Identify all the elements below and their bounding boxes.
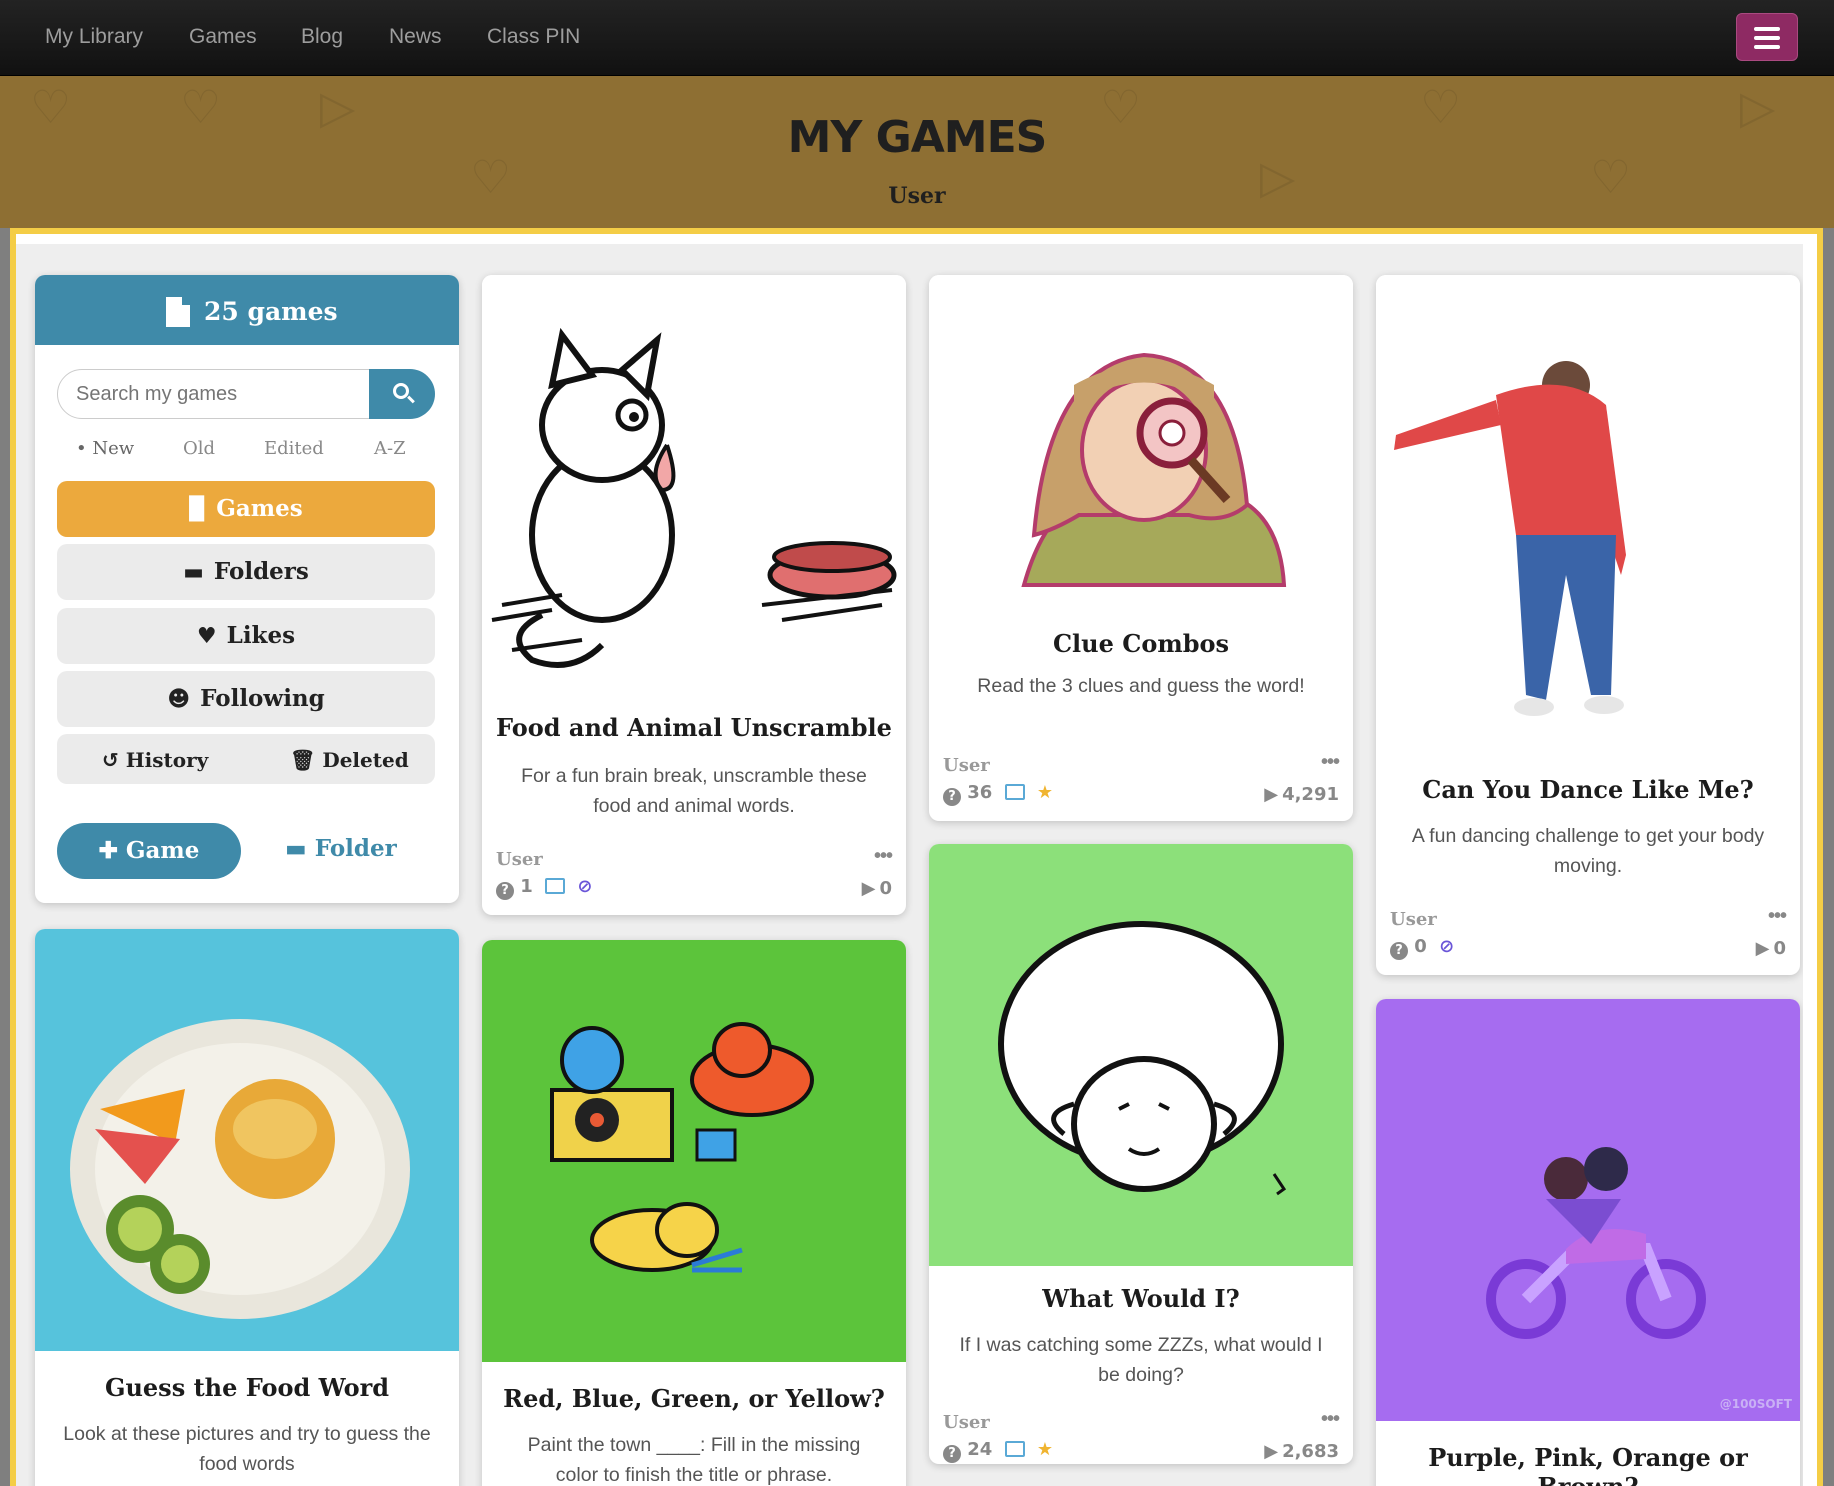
game-card[interactable]: Food and Animal Unscramble For a fun bra… (482, 275, 906, 915)
hamburger-menu-button[interactable] (1736, 13, 1798, 61)
page-title: MY GAMES (787, 112, 1048, 163)
game-grid: 25 games • New Old Edited A-Z ▉Games ▬Fo… (16, 244, 1803, 1486)
card-title: Purple, Pink, Orange or Brown? (1428, 1443, 1748, 1486)
card-description: Look at these pictures and try to guess … (63, 1423, 431, 1475)
girl-magnifier-illustration (929, 275, 1353, 615)
star-icon: ★ (1036, 1439, 1054, 1460)
question-icon: ? (943, 788, 961, 806)
card-title: Red, Blue, Green, or Yellow? (503, 1384, 885, 1413)
add-folder-button[interactable]: ▬ Folder (285, 835, 397, 862)
nav-link-news[interactable]: News (389, 25, 442, 49)
card-title: Can You Dance Like Me? (1422, 775, 1754, 804)
image-icon (1004, 784, 1025, 800)
heart-icon: ♥ (196, 624, 217, 649)
card-description: For a fun brain break, unscramble these … (521, 765, 867, 817)
card-title: Clue Combos (1052, 629, 1230, 658)
sort-edited[interactable]: Edited (264, 438, 324, 459)
sheep-illustration (929, 844, 1353, 1266)
history-icon: ↺ (102, 748, 119, 772)
card-stats: ? 24 ★ (943, 1439, 1053, 1463)
question-icon: ? (1390, 942, 1408, 960)
document-icon: ▉ (189, 497, 207, 522)
card-stats: ? 1 ⊘ (496, 876, 592, 900)
game-card[interactable]: Red, Blue, Green, or Yellow? Paint the t… (482, 940, 906, 1486)
games-count: 25 games (204, 297, 338, 326)
play-count: ▶ 0 (861, 878, 892, 899)
card-description: Read the 3 clues and guess the word! (977, 675, 1305, 697)
play-icon: ▶ (1264, 1441, 1279, 1462)
card-stats: ? 36 ★ (943, 782, 1053, 806)
motorbike-illustration (1376, 999, 1800, 1421)
more-options-icon[interactable]: ••• (1321, 1408, 1340, 1431)
sort-a-z[interactable]: A-Z (374, 438, 406, 459)
nav-link-class-pin[interactable]: Class PIN (487, 25, 580, 49)
plus-icon: ✚ (98, 837, 118, 864)
sort-new[interactable]: • New (76, 438, 134, 459)
menu-deleted[interactable]: 🗑 Deleted (290, 748, 409, 772)
more-options-icon[interactable]: ••• (1321, 751, 1340, 774)
sort-old[interactable]: Old (183, 438, 215, 459)
folder-icon: ▬ (285, 836, 307, 862)
page-subtitle-user: User (888, 183, 946, 209)
game-card[interactable]: Guess the Food Word Look at these pictur… (35, 929, 459, 1486)
card-description: If I was catching some ZZZs, what would … (959, 1334, 1323, 1386)
more-options-icon[interactable]: ••• (1768, 905, 1787, 928)
more-options-icon[interactable]: ••• (874, 845, 893, 868)
card-title: Food and Animal Unscramble (496, 713, 892, 742)
dancer-photo (1376, 275, 1800, 735)
card-stats: ? 0 ⊘ (1390, 936, 1454, 960)
card-description: Paint the town ____: Fill in the missing… (527, 1434, 861, 1486)
question-icon: ? (496, 882, 514, 900)
food-plate-photo (35, 929, 459, 1351)
watermark-label: @100SOFT (1719, 1397, 1792, 1411)
play-icon: ▶ (861, 878, 876, 899)
hidden-eye-icon: ⊘ (1439, 936, 1455, 957)
card-author: User (943, 755, 990, 776)
card-author: User (1390, 909, 1437, 930)
image-icon (545, 878, 566, 894)
library-sidebar: 25 games • New Old Edited A-Z ▉Games ▬Fo… (35, 275, 459, 903)
add-game-button[interactable]: ✚ Game (57, 823, 241, 879)
game-card[interactable]: Clue Combos Read the 3 clues and guess t… (929, 275, 1353, 821)
card-title: Guess the Food Word (104, 1373, 390, 1402)
nav-link-games[interactable]: Games (189, 25, 257, 49)
search-button[interactable] (369, 369, 435, 419)
search-bar (57, 369, 435, 419)
search-input[interactable] (57, 369, 371, 419)
folder-icon: ▬ (183, 560, 204, 585)
nav-link-my-library[interactable]: My Library (45, 25, 143, 49)
hidden-eye-icon: ⊘ (577, 876, 593, 897)
sidebar-header: 25 games (35, 275, 459, 345)
game-card[interactable]: @100SOFT Purple, Pink, Orange or Brown? (1376, 999, 1800, 1486)
menu-likes[interactable]: ♥ Likes (57, 608, 435, 664)
trash-icon: 🗑 (290, 748, 316, 772)
question-icon: ? (943, 1445, 961, 1463)
play-count: ▶ 4,291 (1264, 784, 1339, 805)
users-icon: ☻ (167, 687, 191, 712)
image-icon (1004, 1441, 1025, 1457)
card-description: A fun dancing challenge to get your body… (1411, 825, 1765, 877)
card-author: User (496, 849, 543, 870)
cats-illustration (482, 940, 906, 1362)
play-count: ▶ 0 (1755, 938, 1786, 959)
menu-games[interactable]: ▉ Games (57, 481, 435, 537)
document-icon (166, 297, 190, 327)
menu-history[interactable]: ↺ History (102, 748, 208, 772)
play-count: ▶ 2,683 (1264, 1441, 1339, 1462)
menu-following[interactable]: ☻ Following (57, 671, 435, 727)
nav-link-blog[interactable]: Blog (301, 25, 343, 49)
menu-folders[interactable]: ▬ Folders (57, 544, 435, 600)
game-card[interactable]: Can You Dance Like Me? A fun dancing cha… (1376, 275, 1800, 975)
hamburger-icon (1754, 27, 1780, 31)
star-icon: ★ (1036, 782, 1054, 803)
game-card[interactable]: What Would I? If I was catching some ZZZ… (929, 844, 1353, 1464)
play-icon: ▶ (1264, 784, 1279, 805)
card-author: User (943, 1412, 990, 1433)
top-navbar: My Library Games Blog News Class PIN (0, 0, 1834, 76)
play-icon: ▶ (1755, 938, 1770, 959)
cat-illustration (482, 275, 906, 695)
card-title: What Would I? (1042, 1284, 1240, 1313)
